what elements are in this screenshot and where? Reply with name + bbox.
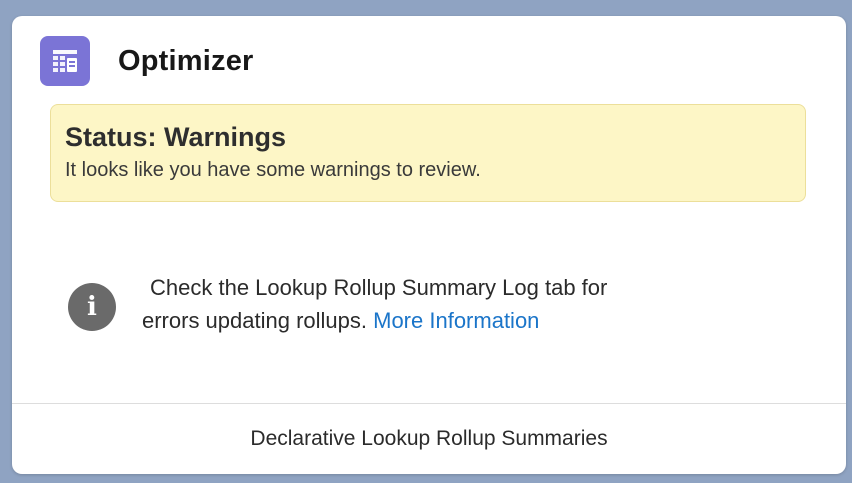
status-title: Status: Warnings [65,122,287,152]
table-grid-icon [53,50,77,72]
optimizer-card: Optimizer Status: Warnings It looks like… [12,16,846,474]
info-icon: i [68,283,116,331]
card-footer: Declarative Lookup Rollup Summaries [12,403,846,474]
info-message: i Check the Lookup Rollup Summary Log ta… [68,271,788,337]
status-message: It looks like you have some warnings to … [65,159,481,181]
status-warning-box: Status: Warnings It looks like you have … [50,104,806,202]
optimizer-app-icon [40,36,90,86]
card-header: Optimizer [40,36,254,86]
info-text: Check the Lookup Rollup Summary Log tab … [142,271,607,337]
declarative-lookup-rollup-summaries-link[interactable]: Declarative Lookup Rollup Summaries [250,427,607,451]
card-title: Optimizer [118,44,254,77]
more-information-link[interactable]: More Information [373,308,539,333]
info-text-line1: Check the Lookup Rollup Summary Log tab … [150,275,608,300]
info-text-line2: errors updating rollups. [142,308,374,333]
